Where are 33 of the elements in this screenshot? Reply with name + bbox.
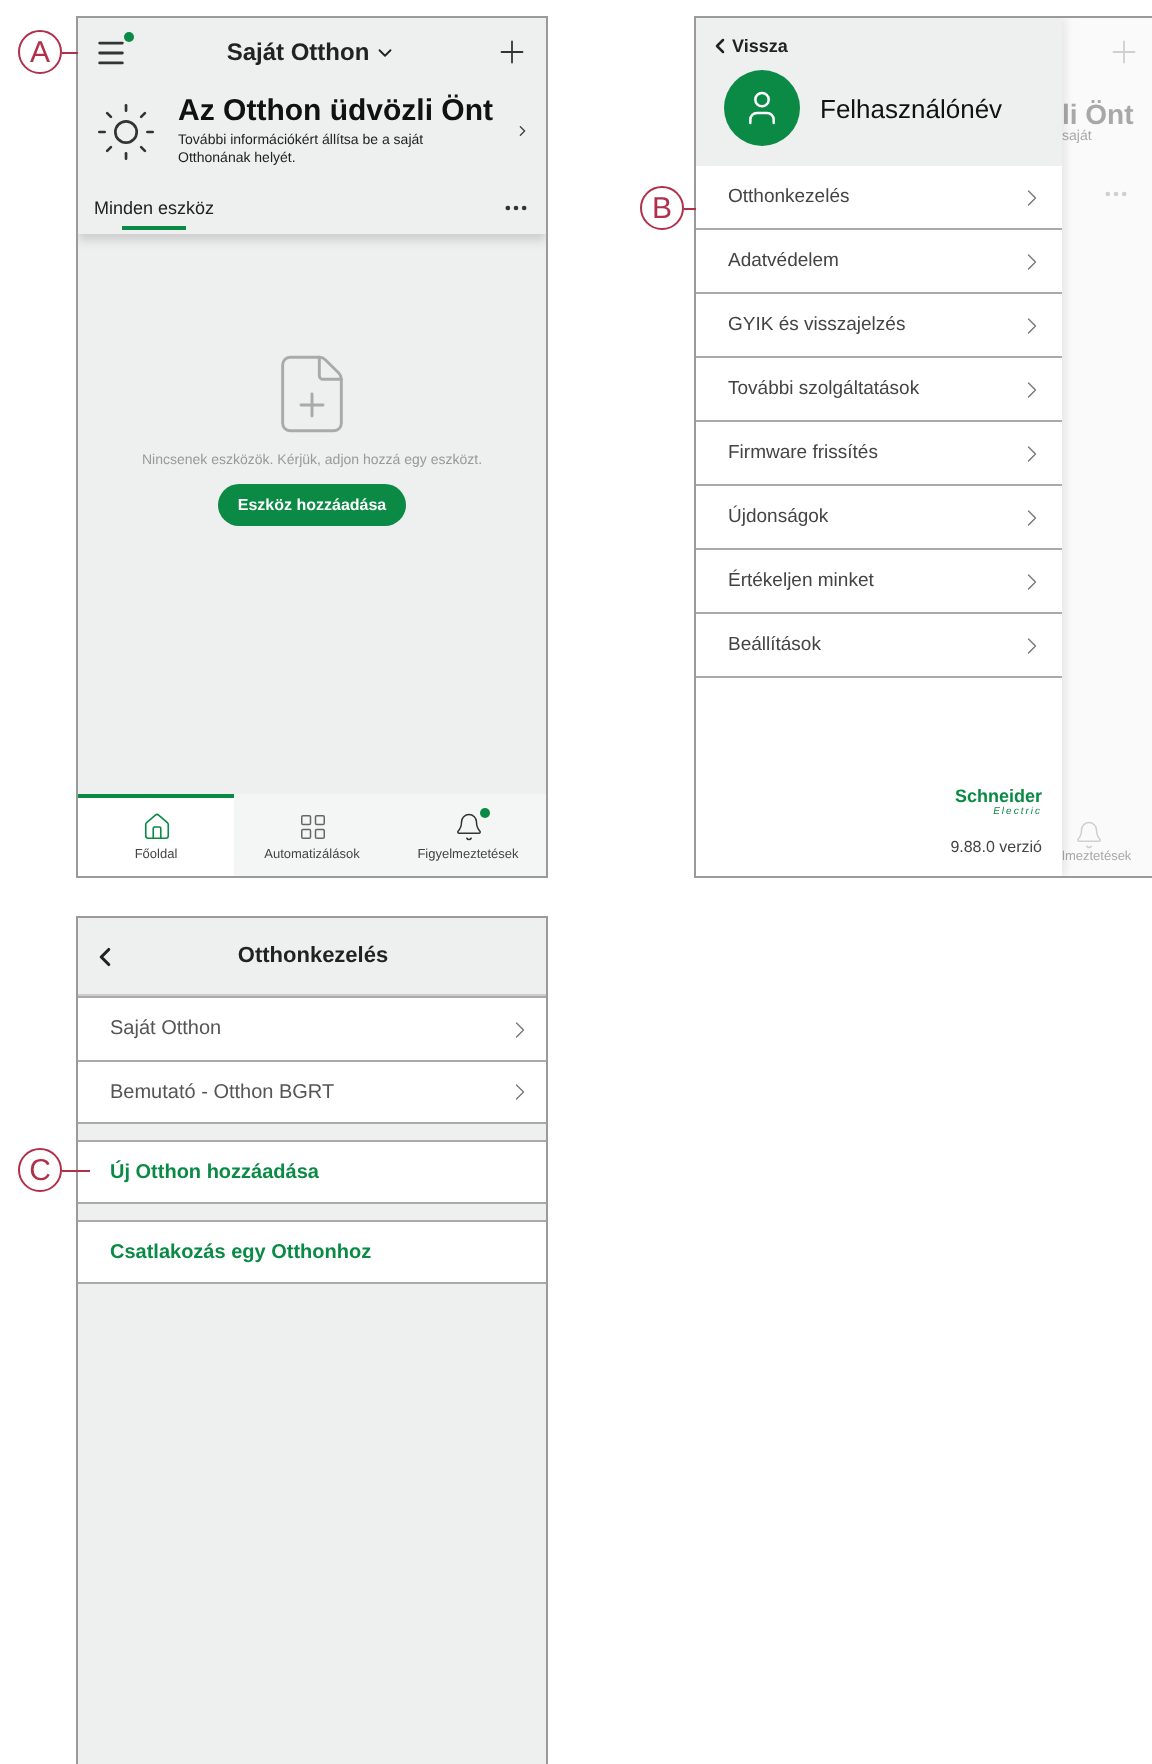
home-item[interactable]: Bemutató - Otthon BGRT: [78, 1060, 546, 1124]
menu-item[interactable]: Értékeljen minket: [696, 550, 1062, 614]
menu-item[interactable]: További szolgáltatások: [696, 358, 1062, 422]
callout-label: C: [18, 1148, 62, 1192]
home-item[interactable]: Saját Otthon: [78, 996, 546, 1060]
action-item[interactable]: Új Otthon hozzáadása: [78, 1140, 546, 1204]
bell-icon: [453, 812, 483, 842]
username: Felhasználónév: [820, 93, 1003, 123]
version-text: 9.88.0 verzió: [950, 838, 1042, 856]
notification-dot: [124, 31, 134, 41]
welcome-title: Az Otthon üdvözli Önt: [178, 94, 494, 128]
action-item[interactable]: Csatlakozás egy Otthonhoz: [78, 1220, 546, 1284]
bell-icon: [1074, 820, 1104, 850]
notification-dot: [479, 808, 489, 818]
callout-label: B: [640, 186, 684, 230]
screen-title: Otthonkezelés: [235, 944, 391, 968]
menu-item[interactable]: Adatvédelem: [696, 230, 1062, 294]
menu-item[interactable]: Beállítások: [696, 614, 1062, 678]
grid-icon: [297, 812, 327, 842]
welcome-title: li Önt: [1062, 98, 1134, 130]
menu-item[interactable]: Újdonságok: [696, 486, 1062, 550]
menu-item[interactable]: Otthonkezelés: [696, 166, 1062, 230]
callout-label: A: [18, 30, 62, 74]
device-tab[interactable]: Minden eszköz: [94, 197, 215, 229]
back-button[interactable]: Vissza: [708, 34, 788, 58]
avatar: [724, 70, 800, 146]
add-device-button[interactable]: Eszköz hozzáadása: [217, 483, 407, 525]
leader-line: [62, 51, 82, 53]
home-title[interactable]: Saját Otthon: [226, 38, 396, 66]
menu-item[interactable]: Firmware frissítés: [696, 422, 1062, 486]
home-icon: [141, 812, 171, 842]
leader-line: [62, 1169, 90, 1171]
menu-item[interactable]: GYIK és visszajelzés: [696, 294, 1062, 358]
